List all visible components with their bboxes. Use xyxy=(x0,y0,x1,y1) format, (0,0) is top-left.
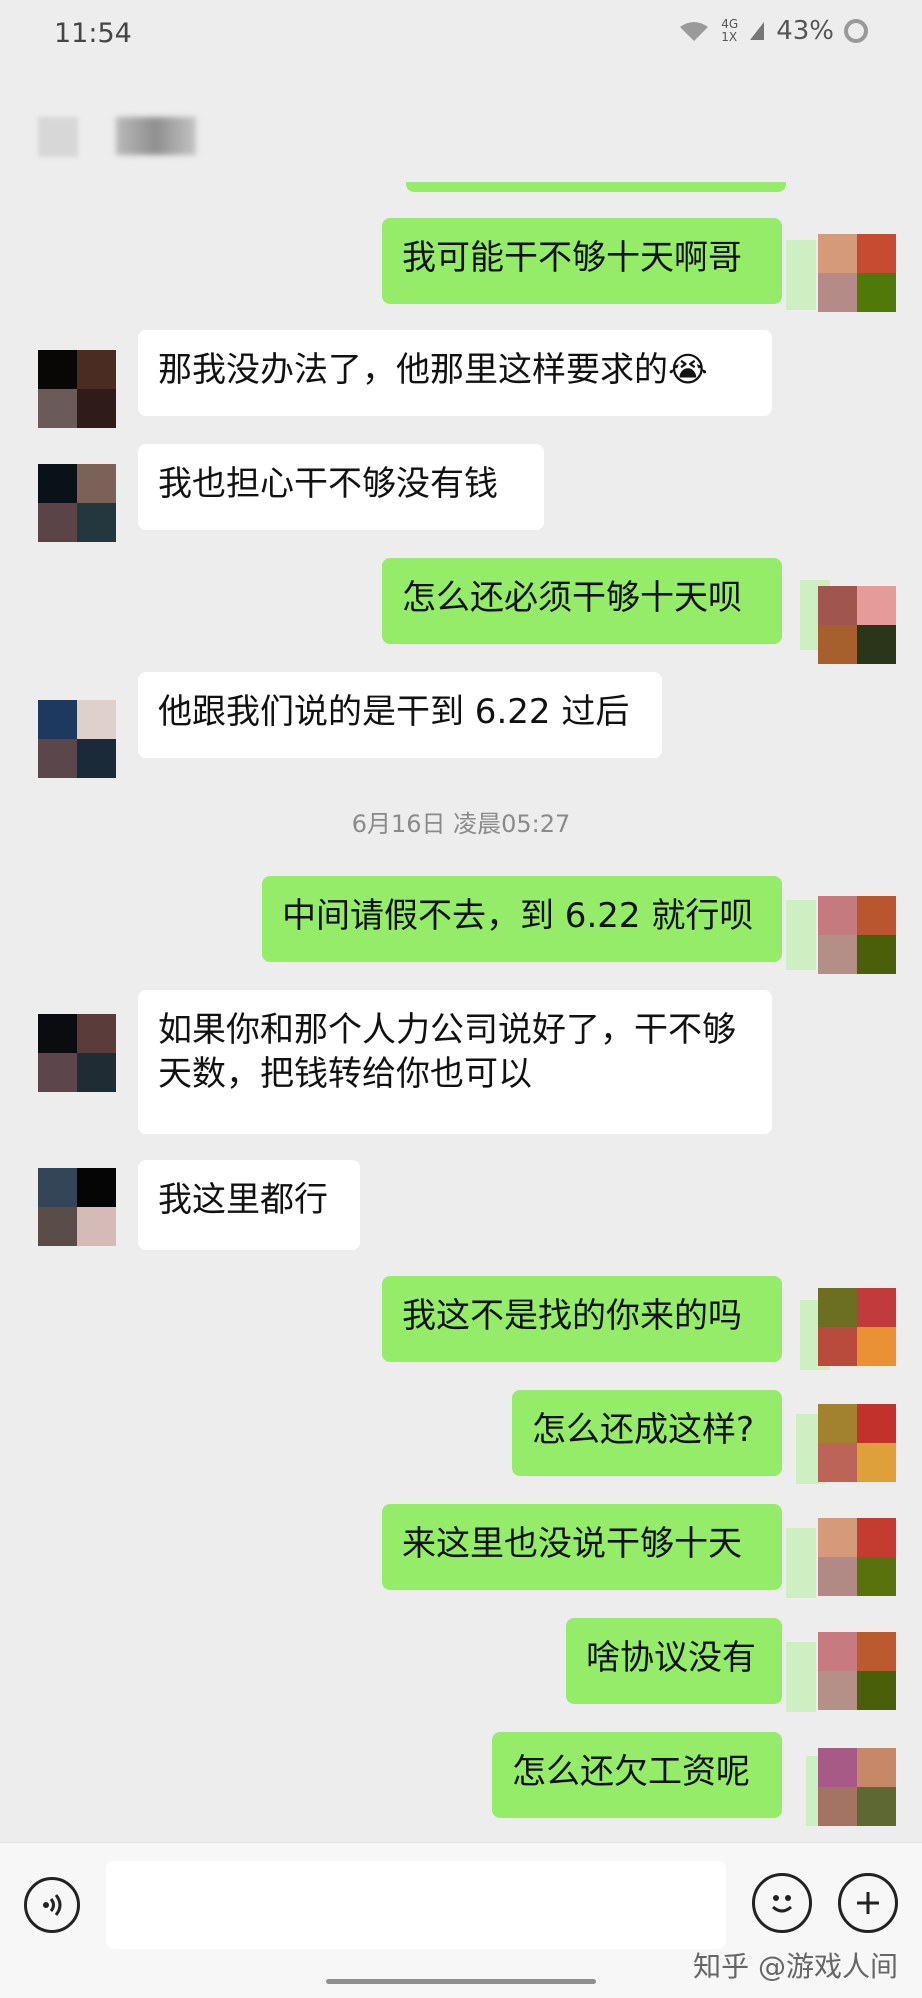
status-icons: 4G 1X 43% xyxy=(677,16,868,46)
watermark-text: 知乎 @游戏人间 xyxy=(693,1950,898,1983)
bubble-glow xyxy=(786,900,816,970)
emoji-icon[interactable] xyxy=(752,1873,812,1933)
avatar-contact[interactable] xyxy=(38,700,116,778)
message-bubble-sent[interactable]: 来这里也没说干够十天 xyxy=(382,1504,782,1590)
network-bottom-label: 1X xyxy=(721,30,738,44)
battery-icon xyxy=(844,19,868,43)
avatar-me[interactable] xyxy=(818,586,896,664)
bubble-glow xyxy=(786,240,816,310)
input-bar: 知乎 @游戏人间 xyxy=(0,1842,922,1998)
status-bar: 11:54 4G 1X 43% xyxy=(0,0,922,72)
avatar-me[interactable] xyxy=(818,1748,896,1826)
avatar-me[interactable] xyxy=(818,1288,896,1366)
bubble-glow xyxy=(786,1528,816,1598)
message-bubble-sent[interactable]: 怎么还必须干够十天呗 xyxy=(382,558,782,644)
message-bubble-received[interactable]: 那我没办法了，他那里这样要求的😭 xyxy=(138,330,772,416)
message-timestamp: 6月16日 凌晨05:27 xyxy=(351,810,571,838)
message-bubble-sent[interactable]: 我可能干不够十天啊哥 xyxy=(382,218,782,304)
message-input[interactable] xyxy=(106,1861,726,1949)
network-indicator: 4G 1X xyxy=(721,18,738,44)
avatar-contact[interactable] xyxy=(38,1168,116,1246)
avatar-me[interactable] xyxy=(818,1518,896,1596)
avatar-me[interactable] xyxy=(818,1404,896,1482)
bubble-glow xyxy=(786,1642,816,1712)
voice-icon[interactable] xyxy=(24,1877,80,1933)
home-indicator[interactable] xyxy=(326,1979,596,1984)
avatar-me[interactable] xyxy=(818,1632,896,1710)
chat-title-bar xyxy=(0,72,922,182)
message-bubble-sent[interactable]: 怎么还欠工资呢 xyxy=(492,1732,782,1818)
wifi-icon xyxy=(680,22,709,41)
status-time: 11:54 xyxy=(54,18,132,49)
avatar-me[interactable] xyxy=(818,234,896,312)
battery-percent: 43% xyxy=(776,16,834,46)
chat-area[interactable]: 我可能干不够十天啊哥 那我没办法了，他那里这样要求的😭 我也担心干不够没有钱 怎… xyxy=(0,182,922,1842)
avatar-contact[interactable] xyxy=(38,1014,116,1092)
back-icon[interactable] xyxy=(38,117,78,157)
message-bubble-sent[interactable]: 我这不是找的你来的吗 xyxy=(382,1276,782,1362)
message-bubble-sent[interactable]: 啥协议没有 xyxy=(566,1618,782,1704)
signal-icon xyxy=(750,22,765,40)
message-bubble-received[interactable]: 我也担心干不够没有钱 xyxy=(138,444,544,530)
avatar-contact[interactable] xyxy=(38,464,116,542)
message-bubble-received[interactable]: 他跟我们说的是干到 6.22 过后 xyxy=(138,672,662,758)
message-bubble-sent[interactable]: 怎么还成这样? xyxy=(512,1390,782,1476)
message-bubble-received[interactable]: 如果你和那个人力公司说好了，干不够天数，把钱转给你也可以 xyxy=(138,990,772,1134)
message-bubble-sent[interactable]: 中间请假不去，到 6.22 就行呗 xyxy=(262,876,782,962)
avatar-me[interactable] xyxy=(818,896,896,974)
avatar-contact[interactable] xyxy=(38,350,116,428)
previous-message-fragment xyxy=(406,182,786,192)
chat-title-blurred xyxy=(116,117,196,155)
plus-icon[interactable] xyxy=(838,1873,898,1933)
message-bubble-received[interactable]: 我这里都行 xyxy=(138,1160,360,1250)
